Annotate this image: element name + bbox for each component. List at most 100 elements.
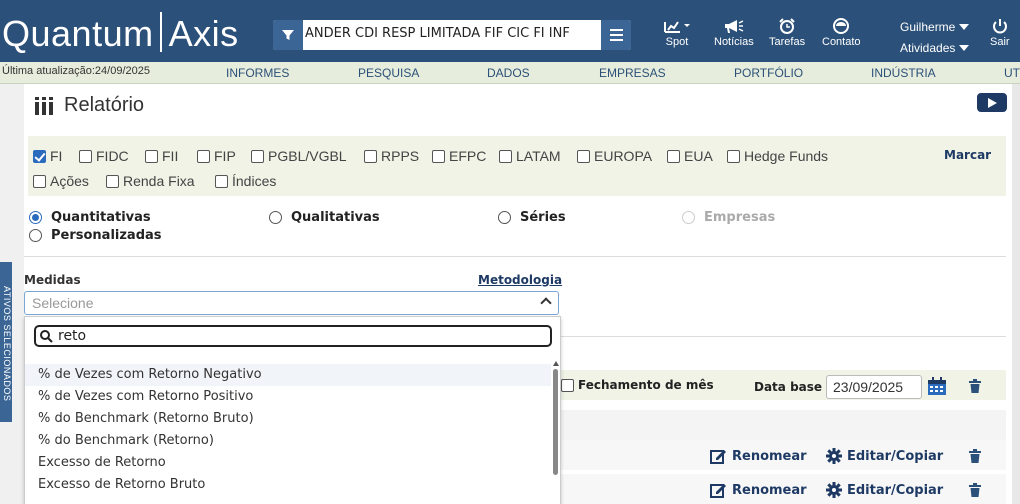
- trash-icon[interactable]: [969, 379, 981, 393]
- chevron-down-icon: [959, 24, 970, 30]
- page-scrollbar[interactable]: [1012, 84, 1020, 504]
- selected-assets-side-tab[interactable]: ATIVOS SELECIONADOS: [0, 262, 12, 422]
- measure-option[interactable]: % de Vezes com Retorno Negativo: [25, 364, 551, 386]
- hamburger-menu-icon[interactable]: [601, 20, 631, 50]
- menu-empresas[interactable]: EMPRESAS: [599, 66, 666, 80]
- nav-spot[interactable]: Spot: [662, 18, 692, 48]
- measure-option[interactable]: % do Benchmark (Retorno Bruto): [25, 408, 551, 430]
- edit-copy-button-1[interactable]: Editar/Copiar: [826, 448, 943, 464]
- checkbox-renda-fixa[interactable]: Renda Fixa: [106, 173, 195, 189]
- checkbox-indices[interactable]: Índices: [215, 173, 276, 189]
- edit-copy-button-2[interactable]: Editar/Copiar: [826, 482, 943, 498]
- checkbox-fi[interactable]: FI: [33, 148, 62, 164]
- calendar-icon[interactable]: [927, 377, 947, 396]
- radio-qualitativas-circle[interactable]: [269, 211, 282, 224]
- menu-portfolio[interactable]: PORTFÓLIO: [734, 66, 803, 80]
- checkbox-latam[interactable]: LATAM: [499, 148, 561, 164]
- checkbox-efpc[interactable]: EFPC: [432, 148, 486, 164]
- logout-button[interactable]: Sair: [990, 18, 1010, 48]
- checkbox-acoes[interactable]: Ações: [33, 173, 89, 189]
- chevron-up-icon[interactable]: [540, 297, 552, 309]
- page-title: Relatório: [34, 94, 144, 117]
- trash-icon[interactable]: [969, 483, 981, 497]
- nav-tarefas[interactable]: Tarefas: [769, 18, 805, 48]
- checkbox-latam-box[interactable]: [499, 149, 512, 163]
- logo-axis: Axis: [168, 13, 239, 54]
- checkbox-fii[interactable]: FII: [145, 148, 178, 164]
- base-date-label: Data base: [754, 380, 823, 394]
- checkbox-europa[interactable]: EUROPA: [577, 148, 652, 164]
- scroll-up-arrow-icon[interactable]: [553, 361, 559, 366]
- radio-series-circle[interactable]: [498, 211, 511, 224]
- methodology-link[interactable]: Metodologia: [478, 273, 562, 287]
- nav-contato[interactable]: Contato: [822, 18, 861, 48]
- checkbox-hedge-funds-box[interactable]: [727, 149, 740, 163]
- month-close-checkbox-box[interactable]: [561, 378, 574, 392]
- month-close-checkbox[interactable]: Fechamento de mês: [561, 378, 714, 392]
- radio-empresas: Empresas: [682, 210, 775, 225]
- radio-personalizadas[interactable]: Personalizadas: [29, 228, 162, 243]
- activities-dropdown[interactable]: Atividades: [900, 38, 970, 59]
- menu-ut[interactable]: UT: [1004, 66, 1020, 80]
- mark-all-link[interactable]: Marcar: [944, 148, 991, 162]
- base-date-input[interactable]: 23/09/2025: [826, 375, 922, 399]
- bar-columns-icon: [35, 96, 53, 115]
- power-icon: [992, 19, 1007, 34]
- checkbox-indices-box[interactable]: [215, 174, 228, 188]
- fund-type-filters: FI FIDC FII FIP PGBL/VGBL RPPS EFPC LATA…: [28, 136, 1006, 196]
- checkbox-renda-fixa-box[interactable]: [106, 174, 119, 188]
- radio-series[interactable]: Séries: [498, 210, 566, 225]
- nav-noticias[interactable]: Notícias: [714, 18, 754, 48]
- radio-qualitativas[interactable]: Qualitativas: [269, 210, 380, 225]
- user-menu[interactable]: Guilherme Atividades: [900, 17, 970, 59]
- fund-selector-text[interactable]: ANDER CDI RESP LIMITADA FIF CIC FI INF: [305, 26, 601, 41]
- checkbox-fip[interactable]: FIP: [197, 148, 236, 164]
- gear-icon: [826, 448, 842, 464]
- checkbox-fip-box[interactable]: [197, 149, 210, 163]
- user-name-dropdown[interactable]: Guilherme: [900, 17, 970, 38]
- right-divider: [561, 336, 1006, 337]
- checkbox-eua[interactable]: EUA: [667, 148, 713, 164]
- trash-icon[interactable]: [969, 449, 981, 463]
- last-update-text: Última atualização:24/09/2025: [2, 65, 150, 77]
- edit-icon: [710, 484, 726, 498]
- checkbox-fidc-box[interactable]: [79, 149, 92, 163]
- nav-noticias-label: Notícias: [714, 36, 754, 48]
- rename-button-2[interactable]: Renomear: [710, 482, 807, 498]
- alarm-clock-icon: [779, 18, 795, 34]
- checkbox-efpc-box[interactable]: [432, 149, 445, 163]
- quantum-axis-logo[interactable]: Quantum Axis: [2, 12, 239, 55]
- checkbox-rpps[interactable]: RPPS: [364, 148, 419, 164]
- checkbox-fii-box[interactable]: [145, 149, 158, 163]
- radio-quantitativas[interactable]: Quantitativas: [29, 210, 151, 225]
- checkbox-acoes-box[interactable]: [33, 174, 46, 188]
- checkbox-fidc[interactable]: FIDC: [79, 148, 129, 164]
- filter-icon[interactable]: [273, 20, 303, 50]
- measure-option[interactable]: % do Benchmark (Retorno): [25, 430, 551, 452]
- fund-selector[interactable]: ANDER CDI RESP LIMITADA FIF CIC FI INF: [273, 20, 631, 50]
- radio-personalizadas-circle[interactable]: [29, 229, 42, 242]
- checkbox-rpps-box[interactable]: [364, 149, 377, 163]
- menu-pesquisa[interactable]: PESQUISA: [358, 66, 419, 80]
- section-divider: [24, 256, 1006, 257]
- measure-option[interactable]: Excesso de Retorno: [25, 452, 551, 474]
- measure-option[interactable]: Excesso de Retorno Bruto: [25, 474, 551, 496]
- measures-select[interactable]: Selecione: [24, 291, 559, 315]
- checkbox-eua-box[interactable]: [667, 149, 680, 163]
- measures-search-input[interactable]: reto: [34, 325, 552, 347]
- rename-button-1[interactable]: Renomear: [710, 448, 807, 464]
- video-play-button[interactable]: [977, 93, 1007, 112]
- menu-industria[interactable]: INDÚSTRIA: [871, 66, 936, 80]
- dropdown-scrollbar[interactable]: [553, 369, 558, 475]
- blank-row: [561, 410, 1006, 440]
- checkbox-fi-box[interactable]: [33, 149, 46, 163]
- checkbox-pgbl-vgbl-box[interactable]: [251, 149, 264, 163]
- radio-quantitativas-circle[interactable]: [29, 211, 42, 224]
- checkbox-europa-box[interactable]: [577, 149, 590, 163]
- checkbox-pgbl-vgbl[interactable]: PGBL/VGBL: [251, 148, 347, 164]
- measure-option[interactable]: % de Vezes com Retorno Positivo: [25, 386, 551, 408]
- checkbox-hedge-funds[interactable]: Hedge Funds: [727, 148, 828, 164]
- menu-informes[interactable]: INFORMES: [226, 66, 289, 80]
- menu-dados[interactable]: DADOS: [487, 66, 530, 80]
- radio-empresas-circle: [682, 211, 695, 224]
